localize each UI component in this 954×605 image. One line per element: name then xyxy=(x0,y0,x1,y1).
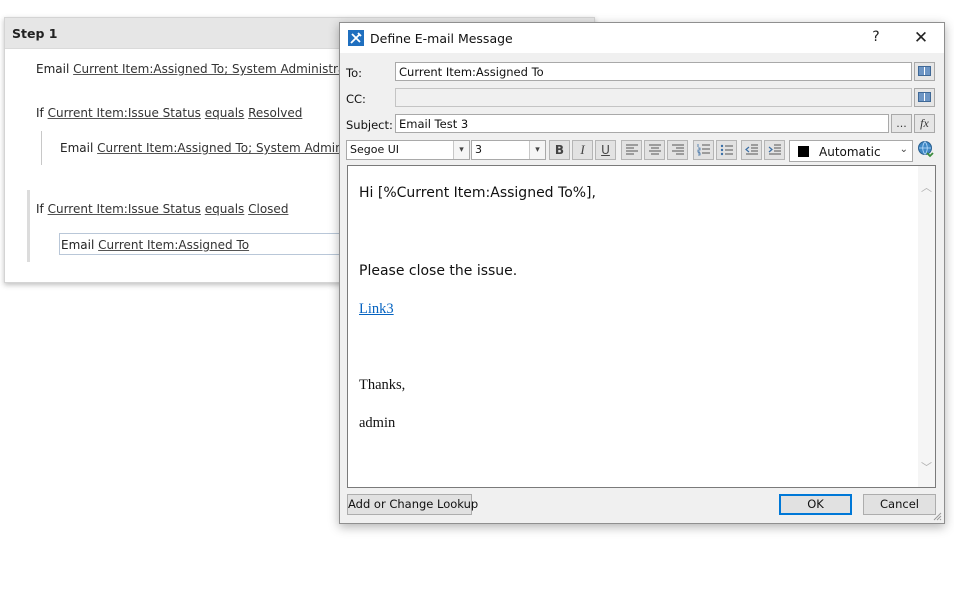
dialog-titlebar: Define E-mail Message ? ✕ xyxy=(340,23,944,53)
action-keyword: Email xyxy=(60,141,94,155)
align-right-button[interactable] xyxy=(667,140,688,160)
body-greeting: Hi [%Current Item:Assigned To%], xyxy=(359,185,596,201)
formula-button[interactable]: fx xyxy=(914,114,935,133)
action-keyword: Email xyxy=(36,62,70,76)
tools-icon xyxy=(348,30,364,46)
color-swatch xyxy=(798,146,809,157)
workflow-condition-1: If Current Item:Issue Status equals Reso… xyxy=(36,106,302,120)
condition-field-link[interactable]: Current Item:Issue Status xyxy=(48,202,201,216)
font-name-value: Segoe UI xyxy=(350,143,400,156)
address-book-icon xyxy=(918,66,931,76)
add-change-lookup-button[interactable]: Add or Change Lookup xyxy=(347,494,478,515)
condition-keyword: If xyxy=(36,106,44,120)
font-color-select[interactable]: Automatic ⌄ xyxy=(789,140,913,162)
align-center-icon xyxy=(648,144,661,155)
font-size-value: 3 xyxy=(475,143,482,156)
help-button[interactable]: ? xyxy=(866,29,886,47)
workflow-email-action-1: Email Current Item:Assigned To; System A… xyxy=(36,62,362,76)
scroll-down-icon[interactable]: ﹀ xyxy=(921,459,932,475)
condition-keyword: If xyxy=(36,202,44,216)
to-label: To: xyxy=(346,66,362,80)
italic-button[interactable]: I xyxy=(572,140,593,160)
condition-operator-link[interactable]: equals xyxy=(205,106,245,120)
body-link[interactable]: Link3 xyxy=(359,301,394,318)
cc-address-book-button[interactable] xyxy=(914,88,935,107)
email-recipients-link[interactable]: Current Item:Assigned To; System Adminis… xyxy=(73,62,362,76)
body-thanks: Thanks, xyxy=(359,377,406,393)
chevron-down-icon: ▾ xyxy=(529,141,545,159)
outdent-icon xyxy=(744,144,758,155)
subject-ellipsis-button[interactable]: ... xyxy=(891,114,912,133)
align-center-button[interactable] xyxy=(644,140,665,160)
step-title: Step 1 xyxy=(12,26,58,41)
bullet-list-icon xyxy=(720,144,733,156)
numbered-list-button[interactable] xyxy=(693,140,714,160)
condition-value-link[interactable]: Closed xyxy=(248,202,288,216)
increase-indent-button[interactable] xyxy=(764,140,785,160)
to-field[interactable]: Current Item:Assigned To xyxy=(395,62,912,81)
workflow-email-action-3: Email Current Item:Assigned To xyxy=(61,238,249,252)
align-left-icon xyxy=(625,144,638,155)
workflow-condition-2: If Current Item:Issue Status equals Clos… xyxy=(36,202,288,216)
subject-label: Subject: xyxy=(346,118,393,132)
underline-button[interactable]: U xyxy=(595,140,616,160)
branch-indent-bar xyxy=(27,190,30,262)
condition-field-link[interactable]: Current Item:Issue Status xyxy=(48,106,201,120)
font-color-value: Automatic xyxy=(819,145,881,159)
font-size-select[interactable]: 3 ▾ xyxy=(471,140,546,160)
numbered-list-icon xyxy=(697,144,710,156)
bullet-list-button[interactable] xyxy=(716,140,737,160)
email-body-editor[interactable]: Hi [%Current Item:Assigned To%], Please … xyxy=(347,165,936,488)
editor-scrollbar[interactable]: ︿ ﹀ xyxy=(918,166,935,487)
resize-grip-icon[interactable] xyxy=(932,511,942,521)
ok-button[interactable]: OK xyxy=(779,494,852,515)
cancel-button[interactable]: Cancel xyxy=(863,494,936,515)
branch-indent-bar xyxy=(41,131,42,165)
insert-hyperlink-button[interactable] xyxy=(916,140,936,162)
body-message: Please close the issue. xyxy=(359,263,518,279)
cc-label: CC: xyxy=(346,92,366,106)
globe-link-icon xyxy=(918,141,934,158)
scroll-up-icon[interactable]: ︿ xyxy=(921,179,932,195)
indent-icon xyxy=(768,144,781,155)
to-address-book-button[interactable] xyxy=(914,62,935,81)
decrease-indent-button[interactable] xyxy=(741,140,762,160)
body-signature: admin xyxy=(359,415,396,431)
close-button[interactable]: ✕ xyxy=(910,27,932,49)
subject-field[interactable]: Email Test 3 xyxy=(395,114,889,133)
condition-operator-link[interactable]: equals xyxy=(205,202,245,216)
dialog-title: Define E-mail Message xyxy=(370,31,513,46)
action-keyword: Email xyxy=(61,238,95,252)
cc-field[interactable] xyxy=(395,88,912,107)
font-name-select[interactable]: Segoe UI ▾ xyxy=(346,140,470,160)
address-book-icon xyxy=(918,92,931,102)
define-email-dialog: Define E-mail Message ? ✕ To: Current It… xyxy=(339,22,945,524)
bold-button[interactable]: B xyxy=(549,140,570,160)
align-left-button[interactable] xyxy=(621,140,642,160)
condition-value-link[interactable]: Resolved xyxy=(248,106,302,120)
workflow-email-action-2: Email Current Item:Assigned To; System A… xyxy=(60,141,381,155)
chevron-down-icon: ⌄ xyxy=(899,144,908,155)
email-recipients-link[interactable]: Current Item:Assigned To xyxy=(98,238,249,252)
align-right-icon xyxy=(671,144,684,155)
chevron-down-icon: ▾ xyxy=(453,141,469,159)
